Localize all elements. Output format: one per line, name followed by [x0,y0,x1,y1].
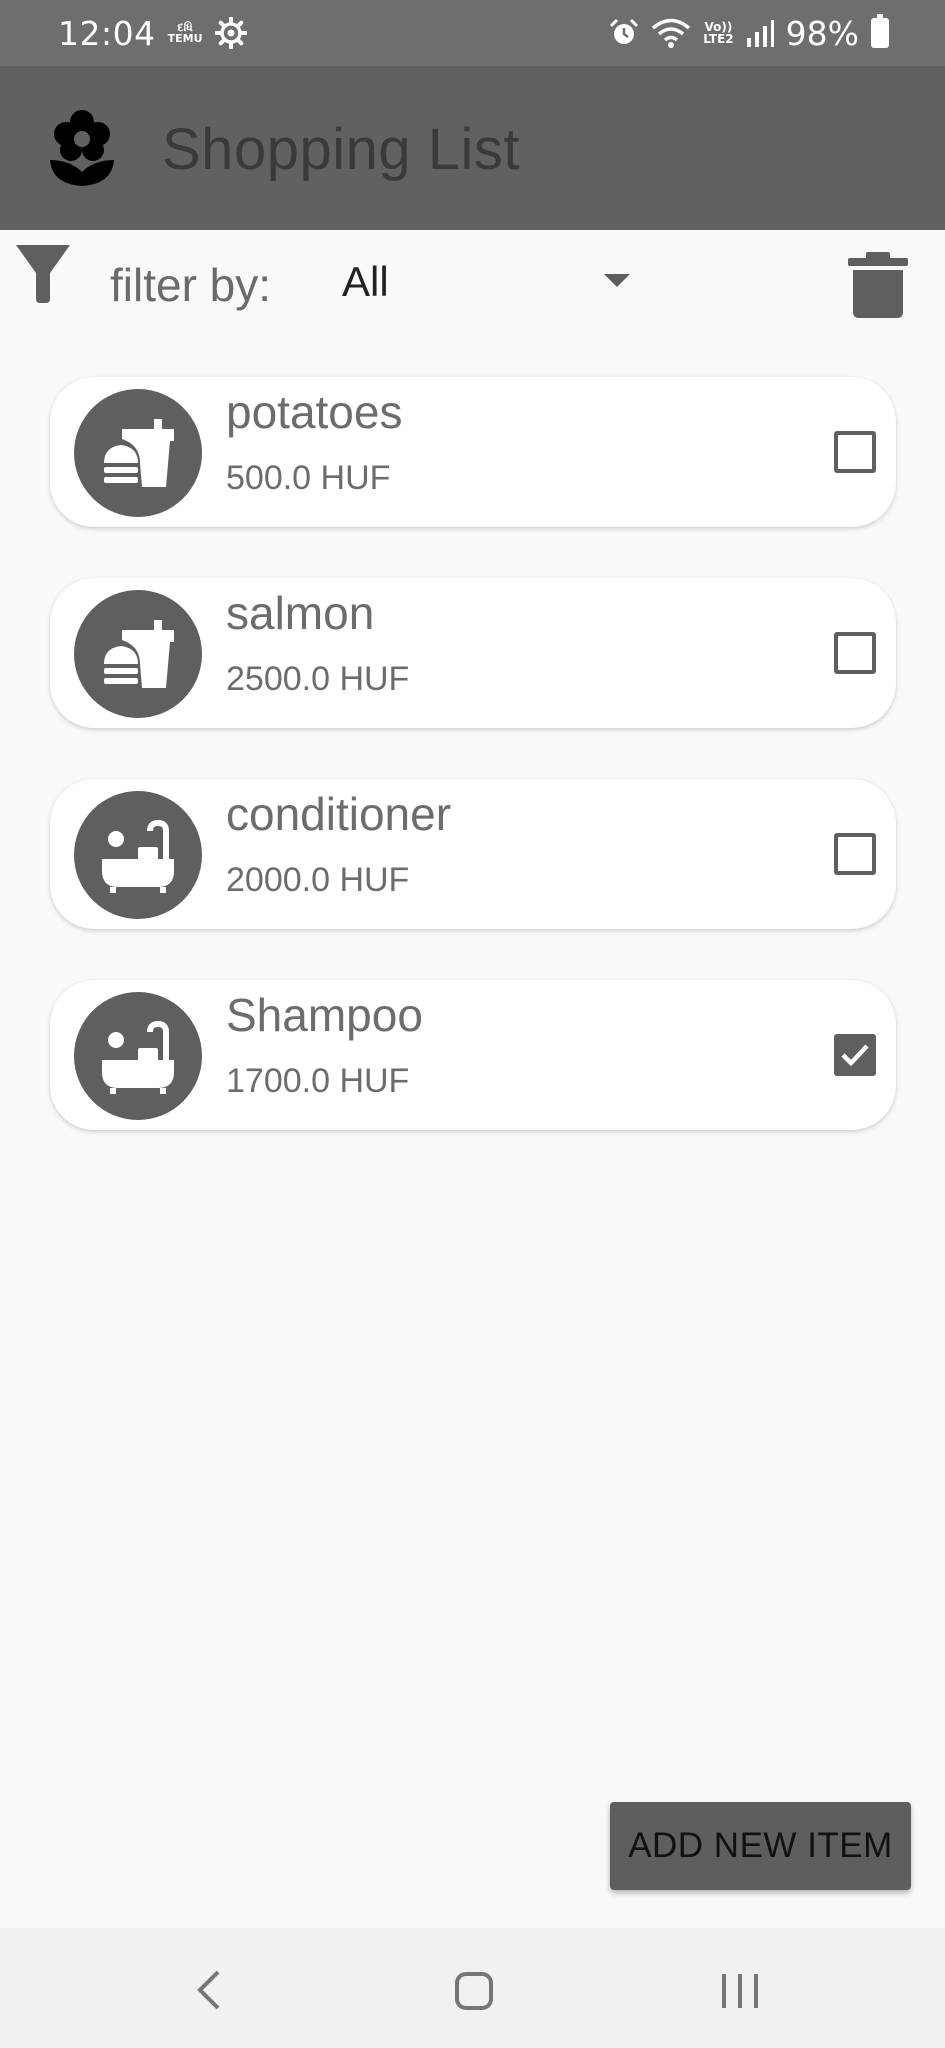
item-price: 2000.0 HUF [226,861,410,899]
item-checkbox[interactable] [834,431,876,473]
lte-label: LTE2 [703,32,734,46]
item-price: 500.0 HUF [226,459,391,497]
item-price: 1700.0 HUF [226,1062,410,1100]
item-name: conditioner [226,788,452,840]
filter-dropdown[interactable]: All [342,250,642,314]
status-left: 12:04 દધિ TEMU [58,14,247,53]
temu-icon: દધિ TEMU [168,22,203,44]
filter-label: filter by: [110,259,272,311]
item-name: Shampoo [226,989,423,1041]
checkmark-icon [841,1044,869,1067]
battery-icon [871,14,889,48]
home-icon[interactable] [455,1972,493,2010]
item-checkbox[interactable] [834,1034,876,1076]
flower-icon [50,110,114,186]
list-item[interactable]: conditioner 2000.0 HUF [50,779,896,929]
volte-icon: Vo)) LTE2 [703,21,733,45]
status-right: Vo)) LTE2 98% [609,14,889,53]
bathtub-icon [74,992,202,1120]
list-item[interactable]: salmon 2500.0 HUF [50,578,896,728]
fastfood-icon [74,590,202,718]
status-bar: 12:04 દધિ TEMU Vo)) LTE2 98% [0,0,945,66]
recents-icon[interactable] [720,1972,760,2010]
item-price: 2500.0 HUF [226,660,410,698]
filter-selected-value: All [342,258,389,305]
page-title: Shopping List [162,117,520,182]
wifi-icon [652,18,691,48]
settings-gear-icon [214,17,247,49]
add-new-item-button[interactable]: ADD NEW ITEM [610,1802,911,1890]
list-item[interactable]: potatoes 500.0 HUF [50,377,896,527]
trash-icon[interactable] [848,250,908,320]
signal-icon [746,20,774,47]
navigation-bar [0,1928,945,2048]
item-name: salmon [226,587,375,639]
temu-badge-bottom: TEMU [167,32,203,45]
fastfood-icon [74,389,202,517]
item-checkbox[interactable] [834,632,876,674]
list-item[interactable]: Shampoo 1700.0 HUF [50,980,896,1130]
app-bar: Shopping List [0,66,945,230]
caret-down-icon [604,274,630,287]
bathtub-icon [74,791,202,919]
item-name: potatoes [226,386,403,438]
back-icon[interactable] [194,1968,224,2012]
alarm-icon [610,18,639,44]
item-checkbox[interactable] [834,833,876,875]
battery-percent: 98% [785,13,859,53]
funnel-icon[interactable] [14,243,72,305]
status-time: 12:04 [58,13,156,53]
